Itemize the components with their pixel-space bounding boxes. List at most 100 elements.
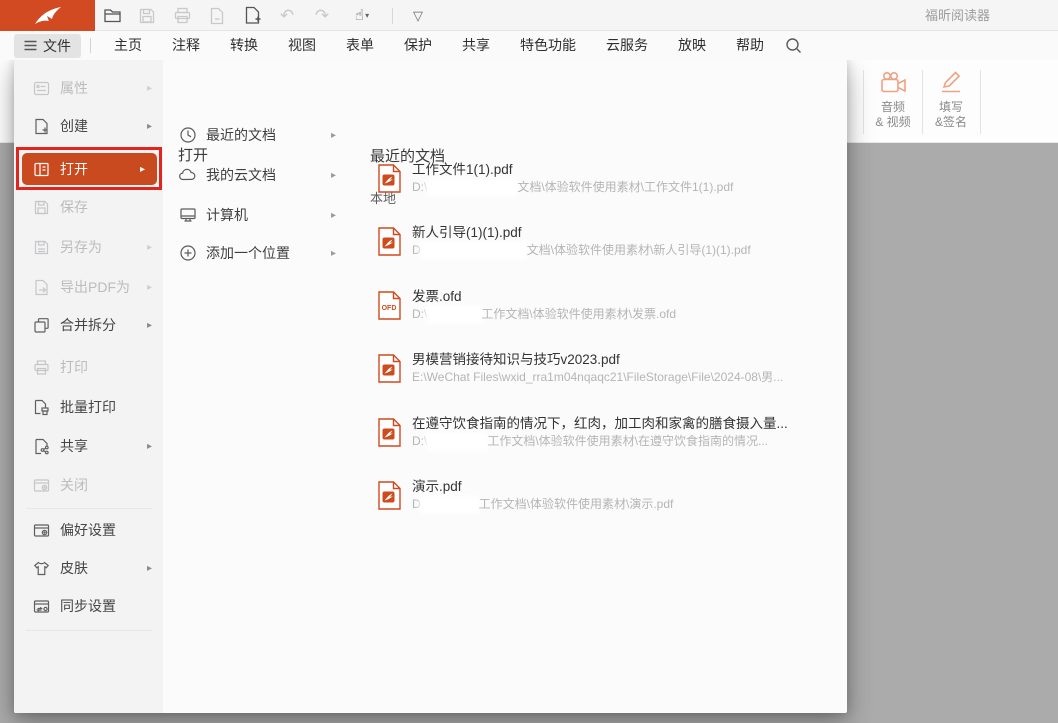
recent-file[interactable]: 新人引导(1)(1).pdf D文档\体验软件使用素材\新人引导(1)(1).p… — [378, 223, 838, 269]
open-item-add-a-place[interactable]: 添加一个位置 ▸ — [178, 242, 336, 264]
submenu-arrow-icon: ▸ — [331, 248, 336, 259]
sidebar-divider — [26, 508, 152, 509]
tab-comment[interactable]: 注释 — [157, 31, 215, 60]
sidebar-item-export-pdf[interactable]: 导出PDF为 ▸ — [32, 276, 154, 298]
tab-help[interactable]: 帮助 — [721, 31, 779, 60]
export-pdf-icon — [32, 278, 50, 296]
redacted-path-segment — [422, 244, 526, 257]
clock-icon — [178, 126, 197, 145]
properties-icon — [32, 79, 50, 97]
foxit-bird-icon — [33, 5, 63, 27]
file-path: D:\文档\体验软件使用素材\工作文件1(1).pdf — [412, 179, 733, 196]
sidebar-item-save[interactable]: 保存 — [32, 196, 154, 218]
redacted-path-segment — [428, 181, 516, 194]
pdf-file-icon — [378, 354, 401, 388]
sidebar-item-properties[interactable]: 属性 ▸ — [32, 77, 154, 99]
file-backstage-panel: 属性 ▸ 创建 ▸ 打开 ▸ 保存 另存为 ▸ 导出PDF为 ▸ — [14, 60, 847, 713]
sidebar-item-create[interactable]: 创建 ▸ — [32, 115, 154, 137]
share-icon — [32, 437, 50, 455]
close-doc-icon — [32, 476, 50, 494]
open-item-recent-documents[interactable]: 最近的文档 ▸ — [178, 124, 336, 146]
tab-share[interactable]: 共享 — [447, 31, 505, 60]
sidebar-item-close[interactable]: 关闭 — [32, 474, 154, 496]
pdf-file-icon — [378, 418, 401, 452]
pdf-file-icon — [378, 481, 401, 515]
new-document-button[interactable] — [242, 6, 262, 26]
dropdown-caret-icon: ▾ — [365, 11, 369, 20]
submenu-arrow-icon: ▸ — [331, 130, 336, 141]
preferences-icon — [32, 521, 50, 539]
ribbon-separator — [980, 70, 981, 134]
submenu-arrow-icon: ▸ — [331, 170, 336, 181]
sidebar-divider — [26, 630, 152, 631]
undo-button[interactable]: ↶ — [277, 6, 297, 26]
computer-icon — [178, 206, 197, 225]
sidebar-item-skin[interactable]: 皮肤 ▸ — [32, 557, 154, 579]
tab-home[interactable]: 主页 — [99, 31, 157, 60]
skin-icon — [32, 559, 50, 577]
sidebar-item-share[interactable]: 共享 ▸ — [32, 435, 154, 457]
open-item-my-cloud-documents[interactable]: 我的云文档 ▸ — [178, 164, 336, 186]
customize-toolbar-button[interactable]: ▽ — [408, 6, 428, 26]
recent-file[interactable]: 在遵守饮食指南的情况下，红肉，加工肉和家禽的膳食摄入量... D:\工作文档\体… — [378, 414, 838, 460]
tab-convert[interactable]: 转换 — [215, 31, 273, 60]
batch-print-icon — [32, 398, 50, 416]
save-button[interactable] — [137, 6, 157, 26]
hamburger-icon — [24, 40, 37, 51]
sidebar-item-print[interactable]: 打印 — [32, 356, 154, 378]
ofd-file-icon: OFD — [378, 291, 401, 325]
cloud-icon — [178, 166, 197, 185]
sidebar-item-save-as[interactable]: 另存为 ▸ — [32, 236, 154, 258]
hand-icon: ☝ — [355, 8, 364, 23]
redacted-path-segment — [428, 308, 480, 321]
file-path: D:\工作文档\体验软件使用素材\在遵守饮食指南的情况... — [412, 433, 768, 450]
tab-form[interactable]: 表单 — [331, 31, 389, 60]
fill-sign-button[interactable]: 填写 &签名 — [924, 66, 978, 138]
search-button[interactable] — [785, 37, 802, 54]
submenu-arrow-icon: ▸ — [147, 563, 152, 574]
open-item-computer[interactable]: 计算机 ▸ — [178, 204, 336, 226]
open-folder-button[interactable] — [102, 6, 122, 26]
tab-cloud-service[interactable]: 云服务 — [591, 31, 663, 60]
sidebar-item-sync-settings[interactable]: 同步设置 — [32, 595, 154, 617]
close-document-button[interactable] — [207, 6, 227, 26]
print-button[interactable] — [172, 6, 192, 26]
file-path: E:\WeChat Files\wxid_rra1m04nqaqc21\File… — [412, 369, 783, 386]
toolbar-separator — [392, 8, 393, 24]
recent-file[interactable]: 演示.pdf D工作文档\体验软件使用素材\演示.pdf — [378, 477, 838, 523]
menu-tab-bar: 文件 主页 注释 转换 视图 表单 保护 共享 特色功能 云服务 放映 帮助 — [0, 31, 1058, 60]
svg-text:OFD: OFD — [382, 305, 397, 312]
tab-special-features[interactable]: 特色功能 — [505, 31, 591, 60]
title-bar: ↶ ↷ ☝ ▾ ▽ 福昕阅读器 — [0, 0, 1058, 31]
file-menu-button[interactable]: 文件 — [14, 34, 81, 58]
create-icon — [32, 117, 50, 135]
redo-button[interactable]: ↷ — [312, 6, 332, 26]
submenu-arrow-icon: ▸ — [147, 121, 152, 132]
hand-tool-button[interactable]: ☝ ▾ — [347, 6, 377, 26]
recent-file[interactable]: 男模营销接待知识与技巧v2023.pdf E:\WeChat Files\wxi… — [378, 350, 838, 396]
pencil-icon — [938, 66, 964, 100]
sidebar-item-merge-split[interactable]: 合并拆分 ▸ — [32, 314, 154, 336]
submenu-arrow-icon: ▸ — [331, 210, 336, 221]
annotation-highlight-box — [16, 147, 162, 190]
tab-presentation[interactable]: 放映 — [663, 31, 721, 60]
merge-split-icon — [32, 316, 50, 334]
sidebar-item-batch-print[interactable]: 批量打印 — [32, 396, 154, 418]
app-title: 福昕阅读器 — [925, 0, 990, 31]
tab-view[interactable]: 视图 — [273, 31, 331, 60]
file-path: D工作文档\体验软件使用素材\演示.pdf — [412, 496, 673, 513]
sidebar-item-preferences[interactable]: 偏好设置 — [32, 519, 154, 541]
sync-settings-icon — [32, 597, 50, 615]
submenu-arrow-icon: ▸ — [147, 242, 152, 253]
recent-file[interactable]: OFD 发票.ofd D:\工作文档\体验软件使用素材\发票.ofd — [378, 287, 838, 333]
tab-protect[interactable]: 保护 — [389, 31, 447, 60]
search-icon — [785, 37, 802, 54]
save-icon — [32, 198, 50, 216]
recent-file[interactable]: 工作文件1(1).pdf D:\文档\体验软件使用素材\工作文件1(1).pdf — [378, 160, 838, 206]
pdf-file-icon — [378, 227, 401, 261]
audio-video-button[interactable]: 音频 & 视频 — [866, 66, 920, 138]
add-place-icon — [178, 244, 197, 263]
submenu-arrow-icon: ▸ — [147, 83, 152, 94]
ribbon-separator — [863, 70, 864, 134]
app-logo[interactable] — [0, 0, 95, 31]
